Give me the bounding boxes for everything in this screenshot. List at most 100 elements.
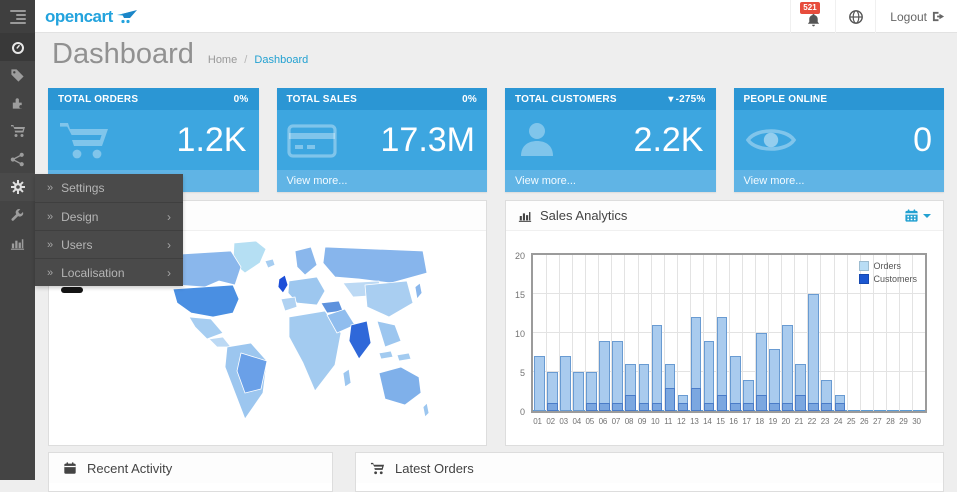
recent-activity-panel: Recent Activity xyxy=(48,452,333,492)
sidebar-item-tools[interactable] xyxy=(0,201,35,229)
breadcrumb-current-link[interactable]: Dashboard xyxy=(254,54,308,66)
customers-bar xyxy=(678,403,689,411)
submenu-item-design[interactable]: » Design › xyxy=(35,202,183,230)
customers-bar xyxy=(835,403,846,411)
sidebar-item-dashboard[interactable] xyxy=(0,33,35,61)
sales-analytics-panel: Sales Analytics 05101520 Orders xyxy=(505,200,944,446)
globe-icon xyxy=(848,9,864,25)
panel-title: Latest Orders xyxy=(395,461,474,476)
orders-bar xyxy=(573,372,584,411)
submenu-notch xyxy=(61,287,83,293)
customers-bar xyxy=(599,403,610,411)
legend-customers-label: Customers xyxy=(873,274,917,284)
sidebar-item-sales[interactable] xyxy=(0,117,35,145)
view-more-link[interactable]: View more... xyxy=(277,170,488,192)
double-chevron-icon: » xyxy=(47,211,53,223)
sales-cart-icon xyxy=(10,123,26,139)
system-submenu: » Settings » Design › » Users › » Locali… xyxy=(35,174,183,286)
customers-bar xyxy=(586,403,597,411)
chevron-right-icon: › xyxy=(167,238,171,252)
customers-bar xyxy=(782,403,793,411)
page-title: Dashboard xyxy=(52,38,194,71)
bar-chart-icon xyxy=(518,209,532,223)
sidebar-toggle-button[interactable] xyxy=(0,0,35,33)
submenu-item-settings[interactable]: » Settings xyxy=(35,174,183,202)
customers-bar xyxy=(704,403,715,411)
panel-title: Sales Analytics xyxy=(540,208,627,223)
notifications-button[interactable]: 521 xyxy=(790,0,835,33)
orders-bar xyxy=(612,341,623,411)
opencart-cart-logo-icon xyxy=(116,9,138,25)
latest-orders-panel: Latest Orders xyxy=(355,452,944,492)
caret-down-icon xyxy=(923,214,931,218)
marketing-share-icon xyxy=(10,152,25,167)
customers-bar xyxy=(730,403,741,411)
legend-orders-label: Orders xyxy=(873,261,901,271)
tools-wrench-icon xyxy=(10,208,25,223)
orders-bar xyxy=(599,341,610,411)
logout-label: Logout xyxy=(890,10,927,24)
calendar-icon xyxy=(63,461,77,475)
chart-legend: Orders Customers xyxy=(859,261,917,284)
caret-down-icon: ▾ xyxy=(668,94,673,105)
customers-bar xyxy=(717,395,728,411)
customers-bar xyxy=(691,388,702,411)
customers-bar xyxy=(639,403,650,411)
double-chevron-icon: » xyxy=(47,267,53,279)
sidebar-item-extensions[interactable] xyxy=(0,89,35,117)
tile-total-sales: TOTAL SALES 0% 17.3M View more... xyxy=(277,88,488,192)
person-icon xyxy=(515,118,559,162)
sign-out-icon xyxy=(932,10,945,23)
customers-bar xyxy=(808,403,819,411)
eye-icon xyxy=(744,120,798,160)
customers-bar xyxy=(612,403,623,411)
system-gear-icon xyxy=(10,179,26,195)
orders-bar xyxy=(769,349,780,411)
orders-bar xyxy=(652,325,663,411)
orders-bar xyxy=(560,356,571,411)
sidebar-item-system[interactable] xyxy=(0,173,35,201)
customers-bar xyxy=(756,395,767,411)
extensions-puzzle-icon xyxy=(10,96,25,111)
customers-bar xyxy=(547,403,558,411)
sales-chart-xaxis: 0102030405060708091011121314151617181920… xyxy=(531,417,927,429)
tile-total-customers: TOTAL CUSTOMERS ▾-275% 2.2K View more... xyxy=(505,88,716,192)
orders-bar xyxy=(534,356,545,411)
opencart-logo[interactable]: opencart xyxy=(45,0,138,33)
view-more-link[interactable]: View more... xyxy=(505,170,716,192)
breadcrumb-home-link[interactable]: Home xyxy=(208,54,237,66)
sidebar-item-catalog[interactable] xyxy=(0,61,35,89)
double-chevron-icon: » xyxy=(47,182,53,194)
panel-title: Recent Activity xyxy=(87,461,172,476)
menu-icon xyxy=(10,8,26,26)
top-bar: opencart 521 xyxy=(0,0,957,33)
customers-bar xyxy=(652,403,663,411)
view-more-link[interactable]: View more... xyxy=(734,170,945,192)
bell-icon xyxy=(806,13,821,28)
reports-chart-icon xyxy=(10,236,25,251)
chevron-right-icon: › xyxy=(167,266,171,280)
sales-chart-plot: Orders Customers xyxy=(531,253,927,413)
credit-card-icon xyxy=(287,120,337,160)
logout-button[interactable]: Logout xyxy=(875,0,957,33)
submenu-item-localisation[interactable]: » Localisation › xyxy=(35,258,183,286)
language-button[interactable] xyxy=(835,0,875,33)
catalog-tag-icon xyxy=(10,68,25,83)
double-chevron-icon: » xyxy=(47,239,53,251)
calendar-icon xyxy=(904,208,919,223)
customers-bar xyxy=(821,403,832,411)
orders-bar xyxy=(782,325,793,411)
submenu-item-users[interactable]: » Users › xyxy=(35,230,183,258)
sidebar-item-marketing[interactable] xyxy=(0,145,35,173)
sidebar-item-reports[interactable] xyxy=(0,229,35,257)
customers-bar xyxy=(665,388,676,411)
customers-bar xyxy=(743,403,754,411)
sidebar-nav xyxy=(0,33,35,480)
tile-people-online: PEOPLE ONLINE 0 View more... xyxy=(734,88,945,192)
customers-bar xyxy=(769,403,780,411)
legend-orders-swatch xyxy=(859,261,869,271)
chart-range-button[interactable] xyxy=(904,208,931,223)
chevron-right-icon: › xyxy=(167,210,171,224)
notifications-badge: 521 xyxy=(800,2,819,14)
customers-bar xyxy=(625,395,636,411)
